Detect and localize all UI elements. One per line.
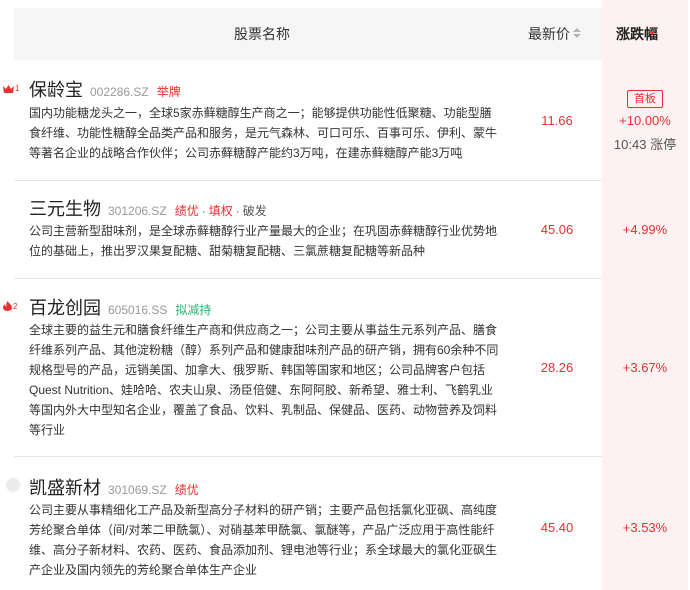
description-line: 维、高分子新材料、农药、医药、食品添加剂、锂电池等行业；系全球最大的氯化亚砜生 [29, 543, 498, 557]
first-board-badge: 首板 [627, 90, 663, 108]
stock-code: 301069.SZ [108, 483, 167, 497]
stock-name: 百龙创园 [29, 298, 101, 318]
stock-description: 全球主要的益生元和膳食纤维生产商和供应商之一；公司主要从事益生元系列产品、膳食 … [29, 320, 503, 440]
limit-up-time: 10:43 涨停 [613, 137, 677, 152]
description-line: 国内功能糖龙头之一，全球5家赤藓糖醇生产商之一；能够提供功能性低聚糖、功能型膳 [29, 106, 492, 120]
rank-placeholder [6, 478, 20, 492]
sort-icon [573, 28, 581, 40]
flame-icon [3, 301, 12, 311]
description-line: 等著名企业的战略合作伙伴；公司赤藓糖醇产能约3万吨，在建赤藓糖醇产能3万吨 [29, 146, 463, 160]
table-row[interactable]: 1 保龄宝 002286.SZ 举牌 国内功能糖龙头之一，全球5家赤藓糖醇生产商之一… [0, 62, 690, 180]
description-line: 规格型号的产品，远销美国、加拿大、俄罗斯、韩国等国家和地区；公司品牌客户包括 [29, 363, 486, 377]
stock-code: 002286.SZ [90, 85, 149, 99]
column-header-name: 股票名称 [234, 26, 290, 42]
description-line: Quest Nutrition、娃哈哈、农夫山泉、汤臣倍健、东阿阿胶、新希望、雅… [29, 383, 494, 397]
description-line: 纤维系列产品、其他淀粉糖（醇）系列产品和健康甜味剂产品的研产销，拥有60余种不同 [29, 343, 499, 357]
rank-badge: 1 [3, 84, 19, 93]
description-line: 公司主营新型甜味剂，是全球赤藓糖醇行业产量最大的企业；在巩固赤藓糖醇行业优势地 [29, 224, 498, 238]
stock-code: 605016.SS [108, 303, 168, 317]
stock-tag: 填权 [208, 204, 233, 218]
table-row[interactable]: 凯盛新材 301069.SZ 绩优 公司主要从事精细化工产品及新型高分子材料的研产销… [0, 457, 690, 590]
latest-price: 45.06 [540, 222, 574, 237]
rank-badge: 2 [3, 301, 17, 311]
stock-name: 三元生物 [29, 199, 101, 219]
price-header-label: 最新价 [528, 26, 570, 42]
description-line: 全球主要的益生元和膳食纤维生产商和供应商之一；公司主要从事益生元系列产品、膳食 [29, 323, 498, 337]
latest-price: 45.40 [540, 520, 574, 535]
column-header-price[interactable]: 最新价 [528, 24, 581, 44]
description-line: 食纤维、功能性糖醇全品类产品和服务，是元气森林、可口可乐、百事可乐、伊利、蒙牛 [29, 126, 498, 140]
rank-number: 1 [15, 84, 20, 93]
stock-description: 公司主营新型甜味剂，是全球赤藓糖醇行业产量最大的企业；在巩固赤藓糖醇行业优势地 … [29, 221, 503, 261]
price-change: +4.99% [622, 222, 668, 237]
tag-separator: · [201, 204, 206, 218]
stock-name-link[interactable]: 保龄宝 002286.SZ 举牌 [29, 76, 181, 102]
latest-price: 28.26 [540, 360, 574, 375]
description-line: 产企业及国内领先的芳纶聚合单体生产企业 [29, 563, 258, 577]
sort-desc-icon [648, 28, 690, 40]
table-row[interactable]: 三元生物 301206.SZ 绩优 · 填权 · 破发 公司主营新型甜味剂，是全球赤藓糖醇行… [0, 181, 690, 277]
stock-tag: 绩优 [174, 204, 199, 218]
stock-code: 301206.SZ [108, 204, 167, 218]
stock-description: 国内功能糖龙头之一，全球5家赤藓糖醇生产商之一；能够提供功能性低聚糖、功能型膳 … [29, 103, 503, 163]
stock-description: 公司主要从事精细化工产品及新型高分子材料的研产销；主要产品包括氯化亚砜、高纯度 … [29, 500, 503, 580]
price-change: +3.53% [622, 520, 668, 535]
table-header: 股票名称 最新价 涨跌幅 [0, 0, 690, 62]
table-row[interactable]: 2 百龙创园 605016.SS 拟减持 全球主要的益生元和膳食纤维生产商和供应商之… [0, 279, 690, 455]
price-change: +10.00% [619, 113, 671, 128]
tag-separator: · [235, 204, 240, 218]
stock-name-link[interactable]: 百龙创园 605016.SS 拟减持 [29, 294, 211, 320]
column-header-change[interactable]: 涨跌幅 [616, 24, 658, 44]
stock-tag: 拟减持 [175, 303, 212, 317]
stock-tag: 举牌 [156, 85, 181, 99]
description-line: 位的基础上，推出罗汉果复配糖、甜菊糖复配糖、三氯蔗糖复配糖等新品种 [29, 244, 426, 258]
latest-price: 11.66 [541, 113, 573, 128]
crown-icon [3, 84, 14, 93]
stock-tag: 破发 [242, 204, 267, 218]
rank-number: 2 [13, 301, 18, 311]
stock-name-link[interactable]: 凯盛新材 301069.SZ 绩优 [29, 474, 199, 500]
stock-name: 凯盛新材 [29, 478, 101, 498]
description-line: 公司主要从事精细化工产品及新型高分子材料的研产销；主要产品包括氯化亚砜、高纯度 [29, 503, 498, 517]
description-line: 等行业 [29, 423, 66, 437]
description-line: 芳纶聚合单体（间/对苯二甲酰氯）、对硝基苯甲酰氯、氯醚等，产品广泛应用于高性能纤 [29, 523, 495, 537]
price-change: +3.67% [622, 360, 668, 375]
stock-name-link[interactable]: 三元生物 301206.SZ 绩优 · 填权 · 破发 [29, 195, 267, 221]
stock-name: 保龄宝 [29, 80, 83, 100]
stock-tag: 绩优 [174, 483, 199, 497]
description-line: 等国内外大中型知名企业，覆盖了食品、饮料、乳制品、保健品、医药、动物营养及饲料 [29, 403, 498, 417]
